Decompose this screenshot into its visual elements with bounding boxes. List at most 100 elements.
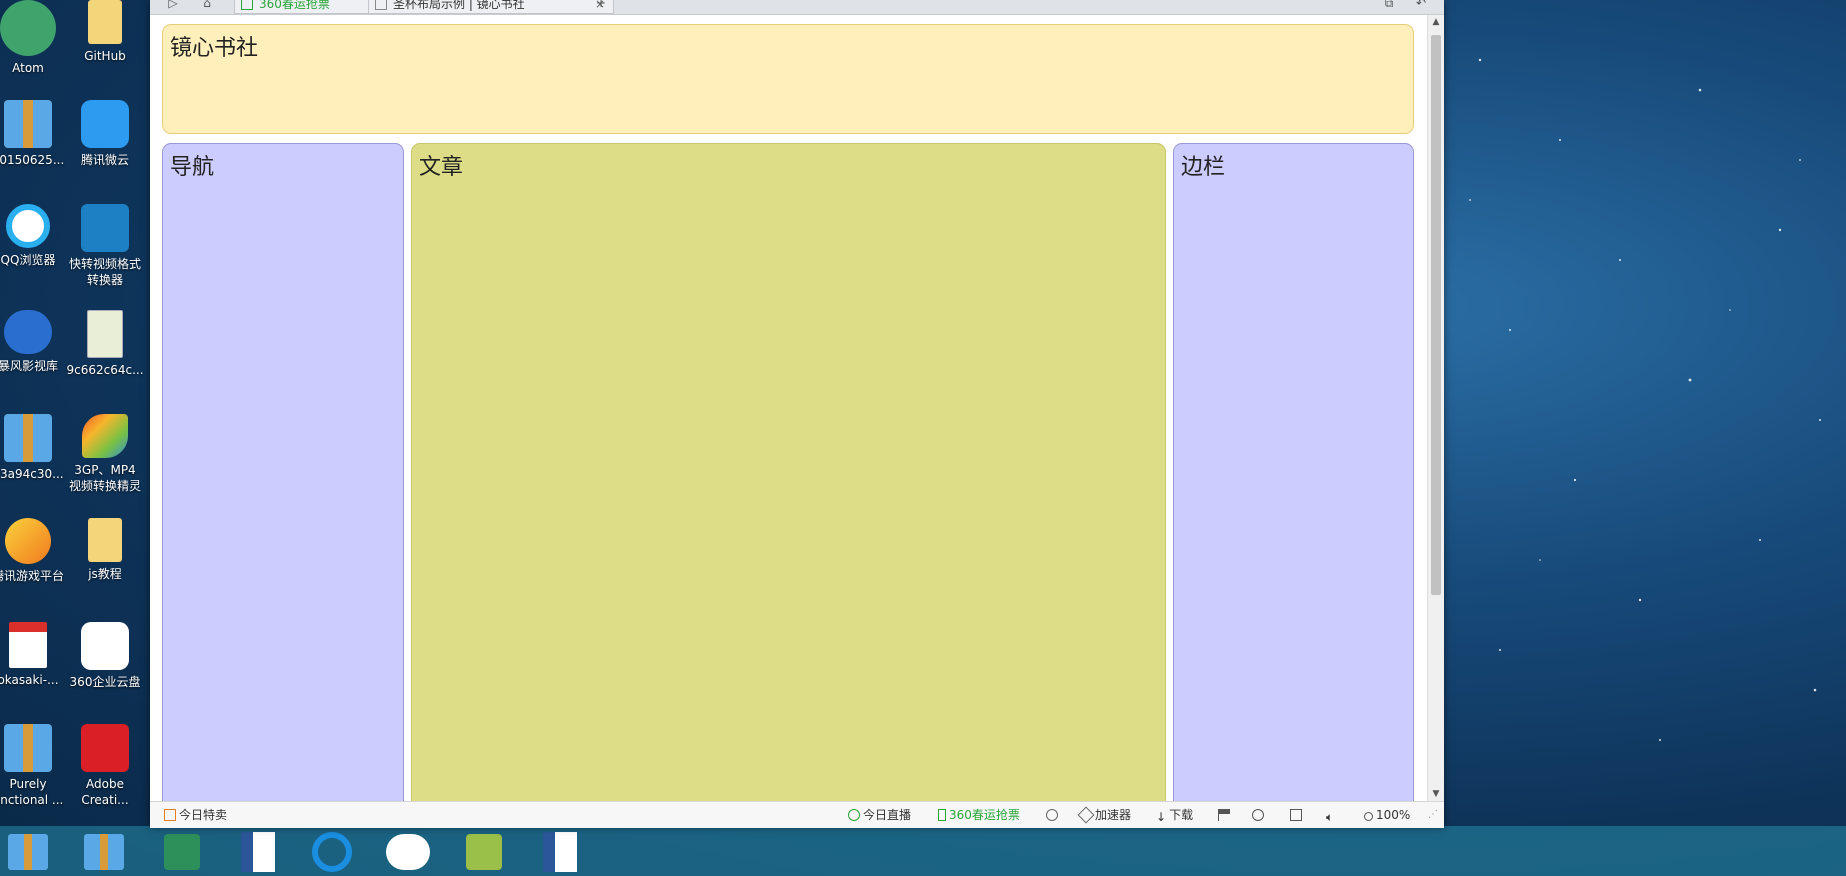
image-file-icon — [87, 310, 123, 358]
page-viewport: 镜心书社 导航 文章 边栏 — [150, 15, 1428, 801]
forward-button[interactable]: ▷ — [164, 0, 182, 12]
window-button[interactable] — [1290, 807, 1305, 823]
live-link[interactable]: 今日直播 — [848, 807, 911, 823]
butterfly-icon — [82, 414, 128, 458]
desktop-icon-3gp-converter[interactable]: 3GP、MP4 视频转换精灵 — [55, 414, 155, 494]
tab-label: 圣杯布局示例 | 镜心书社 — [393, 0, 525, 11]
page-header: 镜心书社 — [162, 24, 1414, 134]
download-arrow-icon: ↓ — [1156, 810, 1167, 824]
taskbar-archive[interactable] — [4, 832, 52, 872]
volume-button[interactable]: 🔈︎ — [1326, 807, 1336, 824]
archive-icon — [84, 834, 124, 870]
desktop-icon-video-converter[interactable]: 快转视频格式 转换器 — [55, 204, 155, 288]
atom-icon — [0, 0, 56, 56]
desktop-icon-weiyun[interactable]: 腾讯微云 — [55, 100, 155, 168]
taskbar-lock-app[interactable] — [158, 832, 206, 872]
lock-icon — [164, 834, 200, 870]
scroll-thumb[interactable] — [1431, 35, 1441, 595]
speaker-icon: 🔈︎ — [1326, 810, 1334, 824]
page-icon — [375, 0, 387, 10]
archive-icon — [8, 834, 48, 870]
cloud-icon — [81, 622, 129, 670]
tab-holy-grail-layout[interactable]: 圣杯布局示例 | 镜心书社 × — [368, 0, 614, 14]
header-title: 镜心书社 — [170, 36, 259, 61]
phone-icon — [241, 0, 253, 10]
taskbar-ie[interactable] — [308, 832, 356, 872]
tickets-label: 360春运抢票 — [949, 808, 1020, 822]
rocket-icon — [1077, 806, 1095, 824]
phone-icon — [938, 809, 946, 821]
flag-icon — [1218, 809, 1230, 821]
accelerator-button[interactable]: 加速器 — [1077, 806, 1132, 824]
cloud-icon — [81, 100, 129, 148]
home-button[interactable]: ⌂ — [198, 0, 216, 12]
undo-icon[interactable]: ↶ — [1412, 0, 1430, 12]
translate-button[interactable] — [1046, 807, 1061, 823]
desktop-icon-label: 3GP、MP4 视频转换精灵 — [68, 463, 141, 493]
desktop-icon-label: 9c662c64c... — [66, 363, 144, 377]
magnifier-icon — [1364, 812, 1373, 821]
accelerator-label: 加速器 — [1095, 808, 1132, 822]
notepad-icon — [466, 834, 502, 870]
qq-browser-icon — [6, 204, 50, 248]
desktop-icon-label: 快转视频格式 转换器 — [68, 257, 141, 287]
zoom-control[interactable]: 100% — [1364, 807, 1410, 823]
taskbar-archive-2[interactable] — [80, 832, 128, 872]
taskbar-notepad[interactable] — [460, 832, 508, 872]
vertical-scrollbar[interactable]: ▲ ▼ — [1427, 15, 1444, 801]
browser-window: ▷ ⌂ 360春运抢票 圣杯布局示例 | 镜心书社 × + ⧉ ↶ 镜心书社 导… — [150, 0, 1444, 828]
taskbar-word-2[interactable] — [536, 832, 584, 872]
desktop-icon-label: 360企业云盘 — [69, 675, 141, 689]
live-label: 今日直播 — [863, 808, 912, 822]
desktop-icon-image-file[interactable]: 9c662c64c... — [55, 310, 155, 378]
new-tab-button[interactable]: + — [592, 0, 610, 12]
article-column: 文章 — [411, 143, 1166, 801]
archive-icon — [4, 100, 52, 148]
globe-icon — [4, 310, 52, 354]
desktop-icon-js-folder[interactable]: js教程 — [55, 518, 155, 582]
word-doc-icon — [543, 832, 577, 872]
pdf-icon — [9, 622, 47, 668]
scroll-up-arrow-icon[interactable]: ▲ — [1428, 15, 1444, 29]
desktop-icon-label: Adobe Creati... — [81, 777, 129, 807]
sidebar-column: 边栏 — [1173, 143, 1414, 801]
desktop-icon-label: js教程 — [88, 567, 122, 581]
ie-icon — [1252, 809, 1264, 821]
archive-icon — [4, 414, 52, 462]
download-label: 下载 — [1169, 808, 1194, 822]
desktop-icon-360-cloud[interactable]: 360企业云盘 — [55, 622, 155, 690]
desktop-icon-label: 腾讯微云 — [80, 153, 129, 167]
tab-bar: ▷ ⌂ 360春运抢票 圣杯布局示例 | 镜心书社 × + ⧉ ↶ — [150, 0, 1444, 15]
gift-icon — [164, 809, 176, 821]
window-icon — [1290, 809, 1302, 821]
tickets-link[interactable]: 360春运抢票 — [938, 807, 1020, 823]
scroll-down-arrow-icon[interactable]: ▼ — [1428, 787, 1444, 801]
today-deals-link[interactable]: 今日特卖 — [164, 807, 227, 823]
tab-label: 360春运抢票 — [259, 0, 330, 11]
taskbar-word-1[interactable] — [234, 832, 282, 872]
game-platform-icon — [5, 518, 51, 564]
ie-icon — [312, 832, 352, 872]
ie-mode-button[interactable] — [1252, 807, 1267, 823]
refresh-icon — [1046, 809, 1058, 821]
taskbar — [0, 826, 1846, 876]
play-icon — [848, 809, 860, 821]
status-bar: 今日特卖 今日直播 360春运抢票 加速器 ↓ 下载 🔈︎ 100% ⋰ — [150, 801, 1444, 828]
resize-grip-icon[interactable]: ⋰ — [1428, 807, 1438, 823]
nav-column: 导航 — [162, 143, 404, 801]
article-title: 文章 — [419, 155, 464, 180]
flag-button[interactable] — [1218, 807, 1233, 823]
desktop-icon-adobe-cc[interactable]: Adobe Creati... — [55, 724, 155, 808]
zoom-label: 100% — [1376, 808, 1411, 822]
desktop-icon-github[interactable]: GitHub — [55, 0, 155, 64]
sidebar-title: 边栏 — [1181, 155, 1226, 180]
folder-icon — [88, 0, 122, 44]
taskbar-wechat[interactable] — [384, 832, 432, 872]
word-doc-icon — [241, 832, 275, 872]
nav-title: 导航 — [170, 155, 215, 180]
desktop-icon-label: GitHub — [84, 49, 126, 63]
wechat-icon — [386, 834, 430, 870]
download-button[interactable]: ↓ 下载 — [1156, 807, 1194, 824]
restore-icon[interactable]: ⧉ — [1380, 0, 1398, 12]
today-deals-label: 今日特卖 — [179, 808, 228, 822]
